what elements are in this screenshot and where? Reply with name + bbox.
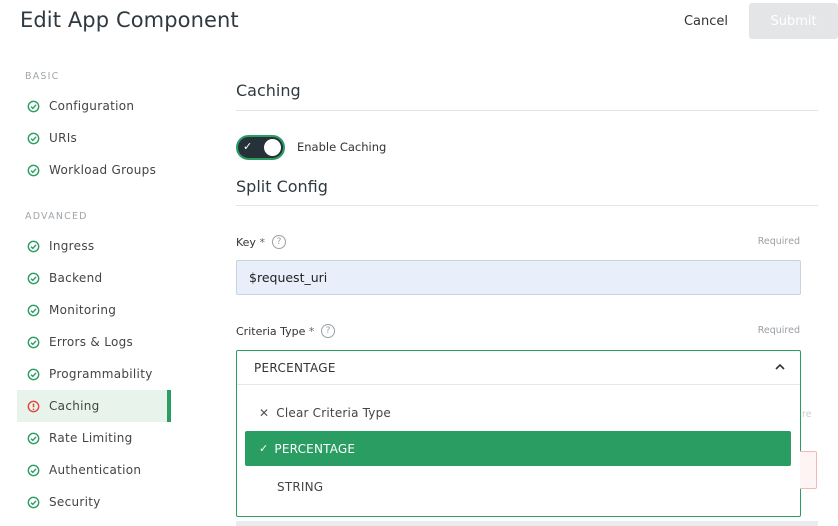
sidebar-section-advanced: ADVANCED: [25, 211, 88, 222]
sidebar-item-errors-logs[interactable]: Errors & Logs: [17, 326, 171, 358]
sidebar-item-label: Workload Groups: [49, 163, 157, 177]
required-star: *: [308, 325, 315, 338]
sidebar-item-label: Configuration: [49, 99, 135, 113]
sidebar-item-label: Ingress: [49, 239, 95, 253]
alert-circle-icon: [26, 399, 40, 413]
check-circle-icon: [26, 367, 40, 381]
check-circle-icon: [26, 239, 40, 253]
submit-button[interactable]: Submit: [749, 3, 838, 39]
section-divider: [236, 110, 818, 111]
sidebar-item-backend[interactable]: Backend: [17, 262, 171, 294]
key-required-text: Required: [757, 236, 800, 247]
sidebar-item-label: Errors & Logs: [49, 335, 134, 349]
sidebar-section-basic: BASIC: [25, 71, 60, 82]
select-divider: [237, 384, 800, 385]
page-title: Edit App Component: [20, 8, 239, 32]
help-circle-icon[interactable]: ?: [272, 235, 286, 249]
criteria-type-field-label: Criteria Type *: [236, 325, 315, 338]
required-star: *: [259, 236, 265, 249]
clear-criteria-type-option[interactable]: ✕ Clear Criteria Type: [245, 395, 791, 430]
key-input[interactable]: [236, 260, 801, 295]
split-config-section-title: Split Config: [236, 177, 328, 196]
check-circle-icon: [26, 271, 40, 285]
check-circle-icon: [26, 303, 40, 317]
key-field-label: Key *: [236, 236, 265, 249]
check-circle-icon: [26, 431, 40, 445]
help-circle-icon[interactable]: ?: [321, 324, 335, 338]
sidebar-item-uris[interactable]: URIs: [17, 122, 171, 154]
check-circle-icon: [26, 495, 40, 509]
enable-caching-label: Enable Caching: [297, 140, 387, 154]
sidebar-item-caching[interactable]: Caching: [17, 390, 171, 422]
check-circle-icon: [26, 131, 40, 145]
sidebar-item-ingress[interactable]: Ingress: [17, 230, 171, 262]
criteria-type-required-text: Required: [757, 325, 800, 336]
sidebar-item-label: Security: [49, 495, 101, 509]
chevron-up-icon[interactable]: [774, 361, 786, 377]
close-icon: ✕: [259, 405, 270, 420]
obscured-error-box: [800, 451, 817, 489]
check-circle-icon: [26, 99, 40, 113]
check-circle-icon: [26, 335, 40, 349]
sidebar-item-programmability[interactable]: Programmability: [17, 358, 171, 390]
sidebar-item-label: Programmability: [49, 367, 153, 381]
criteria-type-selected-value[interactable]: PERCENTAGE: [254, 361, 336, 375]
string-option[interactable]: STRING: [245, 469, 791, 504]
sidebar-item-authentication[interactable]: Authentication: [17, 454, 171, 486]
section-divider: [236, 205, 818, 206]
sidebar-item-monitoring[interactable]: Monitoring: [17, 294, 171, 326]
toggle-knob: [264, 139, 281, 156]
sidebar-item-label: Caching: [49, 399, 100, 413]
sidebar-item-label: Monitoring: [49, 303, 117, 317]
bottom-panel-edge: [236, 521, 818, 526]
check-icon: ✓: [243, 140, 253, 153]
sidebar-item-label: Rate Limiting: [49, 431, 133, 445]
check-circle-icon: [26, 163, 40, 177]
sidebar-item-label: Backend: [49, 271, 103, 285]
obscured-text: re: [802, 409, 812, 420]
cancel-button[interactable]: Cancel: [672, 3, 740, 39]
sidebar-item-workload-groups[interactable]: Workload Groups: [17, 154, 171, 186]
check-circle-icon: [26, 463, 40, 477]
criteria-type-select[interactable]: PERCENTAGE ✕ Clear Criteria Type ✓ PERCE…: [236, 350, 801, 517]
sidebar-item-label: URIs: [49, 131, 78, 145]
sidebar-item-configuration[interactable]: Configuration: [17, 90, 171, 122]
sidebar-item-label: Authentication: [49, 463, 142, 477]
sidebar-item-security[interactable]: Security: [17, 486, 171, 518]
caching-section-title: Caching: [236, 81, 301, 100]
percentage-option[interactable]: ✓ PERCENTAGE: [245, 431, 791, 466]
check-icon: ✓: [259, 442, 269, 455]
enable-caching-toggle[interactable]: ✓: [236, 135, 285, 160]
sidebar-item-rate-limiting[interactable]: Rate Limiting: [17, 422, 171, 454]
